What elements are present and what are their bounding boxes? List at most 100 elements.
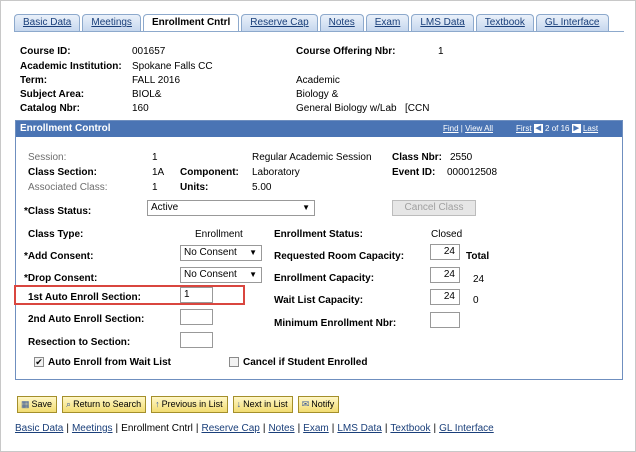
tab-lms-data[interactable]: LMS Data xyxy=(411,14,474,31)
total-label: Total xyxy=(466,251,490,262)
bottom-link-meetings[interactable]: Meetings xyxy=(72,423,113,434)
first-link[interactable]: First xyxy=(516,124,532,133)
offering-label: Course Offering Nbr: xyxy=(296,46,396,57)
tab-exam[interactable]: Exam xyxy=(365,14,410,31)
save-icon: ▦ xyxy=(21,399,30,409)
action-toolbar: ▦ Save ⌕ Return to Search ↑ Previous in Lis… xyxy=(17,396,344,413)
dropdown-arrow-icon: ▼ xyxy=(302,203,310,212)
event-id-value: 000012508 xyxy=(447,167,498,178)
course-id-label: Course ID: xyxy=(20,46,71,57)
catalog-value: 160 xyxy=(132,103,149,114)
next-in-list-button[interactable]: ↓ Next in List xyxy=(232,396,293,413)
add-consent-select[interactable]: No Consent ▼ xyxy=(180,245,262,261)
second-auto-enroll-input[interactable] xyxy=(180,309,213,325)
enrollment-capacity-input[interactable]: 24 xyxy=(430,267,460,283)
find-link[interactable]: Find xyxy=(443,124,459,133)
add-consent-label: *Add Consent: xyxy=(24,251,94,262)
view-all-link[interactable]: View All xyxy=(465,124,493,133)
tab-notes[interactable]: Notes xyxy=(319,14,364,31)
event-id-label: Event ID: xyxy=(392,167,436,178)
tab-reserve-cap[interactable]: Reserve Cap xyxy=(241,14,318,31)
units-value: 5.00 xyxy=(252,182,272,193)
minimum-enrollment-input[interactable] xyxy=(430,312,460,328)
return-to-search-label: Return to Search xyxy=(73,399,142,409)
tab-meetings[interactable]: Meetings xyxy=(82,14,141,31)
next-icon: ↓ xyxy=(236,399,242,409)
enrollment-status-label: Enrollment Status: xyxy=(274,229,363,240)
enrollment-status-value: Closed xyxy=(431,229,463,240)
notify-button[interactable]: ✉ Notify xyxy=(297,396,340,413)
catalog-label: Catalog Nbr: xyxy=(20,103,80,114)
drop-consent-label: *Drop Consent: xyxy=(24,273,98,284)
class-type-value: Enrollment xyxy=(195,229,243,240)
class-section-label: Class Section: xyxy=(28,167,97,178)
catalog-description: General Biology w/Lab xyxy=(296,103,397,114)
class-nbr-label: Class Nbr: xyxy=(392,152,443,163)
tab-textbook[interactable]: Textbook xyxy=(475,14,534,31)
drop-consent-value: No Consent xyxy=(184,269,237,280)
tab-enrollment-cntrl[interactable]: Enrollment Cntrl xyxy=(142,14,240,32)
bottom-link-gl-interface[interactable]: GL Interface xyxy=(439,423,494,434)
term-label: Term: xyxy=(20,75,48,86)
class-status-select[interactable]: Active ▼ xyxy=(147,200,315,216)
class-status-label: *Class Status: xyxy=(24,206,92,217)
row-counter: 2 of 16 xyxy=(545,124,570,133)
associated-class-label: Associated Class: xyxy=(28,182,108,193)
catalog-extra: [CCN xyxy=(405,103,430,114)
drop-consent-select[interactable]: No Consent ▼ xyxy=(180,267,262,283)
institution-label: Academic Institution: xyxy=(20,61,122,72)
cancel-class-button[interactable]: Cancel Class xyxy=(392,200,476,216)
requested-room-capacity-label: Requested Room Capacity: xyxy=(274,251,405,262)
bottom-link-reserve-cap[interactable]: Reserve Cap xyxy=(201,423,259,434)
tab-gl-interface[interactable]: GL Interface xyxy=(535,14,609,31)
dropdown-arrow-icon: ▼ xyxy=(249,270,257,279)
associated-class-value: 1 xyxy=(152,182,158,193)
bottom-link-exam[interactable]: Exam xyxy=(303,423,329,434)
tab-bar: Basic Data Meetings Enrollment Cntrl Res… xyxy=(14,14,611,32)
subject-label: Subject Area: xyxy=(20,89,85,100)
tab-underline xyxy=(14,31,624,32)
minimum-enrollment-label: Minimum Enrollment Nbr: xyxy=(274,318,397,329)
offering-value: 1 xyxy=(438,46,444,57)
bottom-link-basic-data[interactable]: Basic Data xyxy=(15,423,63,434)
subject-description: Biology & xyxy=(296,89,339,100)
cancel-if-enrolled-label: Cancel if Student Enrolled xyxy=(243,357,368,368)
second-auto-enroll-label: 2nd Auto Enroll Section: xyxy=(28,314,145,325)
notify-icon: ✉ xyxy=(301,399,310,409)
wait-list-capacity-input[interactable]: 24 xyxy=(430,289,460,305)
previous-in-list-label: Previous in List xyxy=(161,399,223,409)
auto-enroll-wait-list-label: Auto Enroll from Wait List xyxy=(48,357,171,368)
auto-enroll-wait-list-checkbox[interactable]: ✔ xyxy=(34,357,44,367)
next-row-icon[interactable]: ▶ xyxy=(571,124,581,134)
wait-list-total-value: 0 xyxy=(473,295,479,306)
save-label: Save xyxy=(31,399,53,409)
previous-icon: ↑ xyxy=(155,399,160,409)
resection-input[interactable] xyxy=(180,332,213,348)
add-consent-value: No Consent xyxy=(184,247,237,258)
term-description: Academic xyxy=(296,75,340,86)
first-auto-enroll-input[interactable]: 1 xyxy=(180,287,213,303)
course-id-value: 001657 xyxy=(132,46,166,57)
cancel-if-enrolled-checkbox[interactable] xyxy=(229,357,239,367)
notify-label: Notify xyxy=(311,399,335,409)
bottom-link-textbook[interactable]: Textbook xyxy=(390,423,430,434)
previous-in-list-button[interactable]: ↑ Previous in List xyxy=(151,396,228,413)
next-in-list-label: Next in List xyxy=(243,399,288,409)
return-to-search-button[interactable]: ⌕ Return to Search xyxy=(62,396,147,413)
wait-list-capacity-label: Wait List Capacity: xyxy=(274,295,364,306)
bottom-tab-links: Basic Data | Meetings | Enrollment Cntrl | Res… xyxy=(15,423,494,434)
bottom-link-enrollment-cntrl: Enrollment Cntrl xyxy=(121,423,193,434)
session-label: Session: xyxy=(28,152,67,163)
bottom-link-lms-data[interactable]: LMS Data xyxy=(337,423,381,434)
bottom-link-notes[interactable]: Notes xyxy=(268,423,294,434)
save-button[interactable]: ▦ Save xyxy=(17,396,58,413)
last-link[interactable]: Last xyxy=(583,124,598,133)
panel-title: Enrollment Control xyxy=(20,123,111,134)
class-type-label: Class Type: xyxy=(28,229,84,240)
requested-room-capacity-input[interactable]: 24 xyxy=(430,244,460,260)
previous-row-icon[interactable]: ◀ xyxy=(533,124,543,134)
session-value: 1 xyxy=(152,152,158,163)
enrollment-capacity-label: Enrollment Capacity: xyxy=(274,273,375,284)
tab-basic-data[interactable]: Basic Data xyxy=(14,14,81,31)
enrollment-total-value: 24 xyxy=(473,274,485,285)
